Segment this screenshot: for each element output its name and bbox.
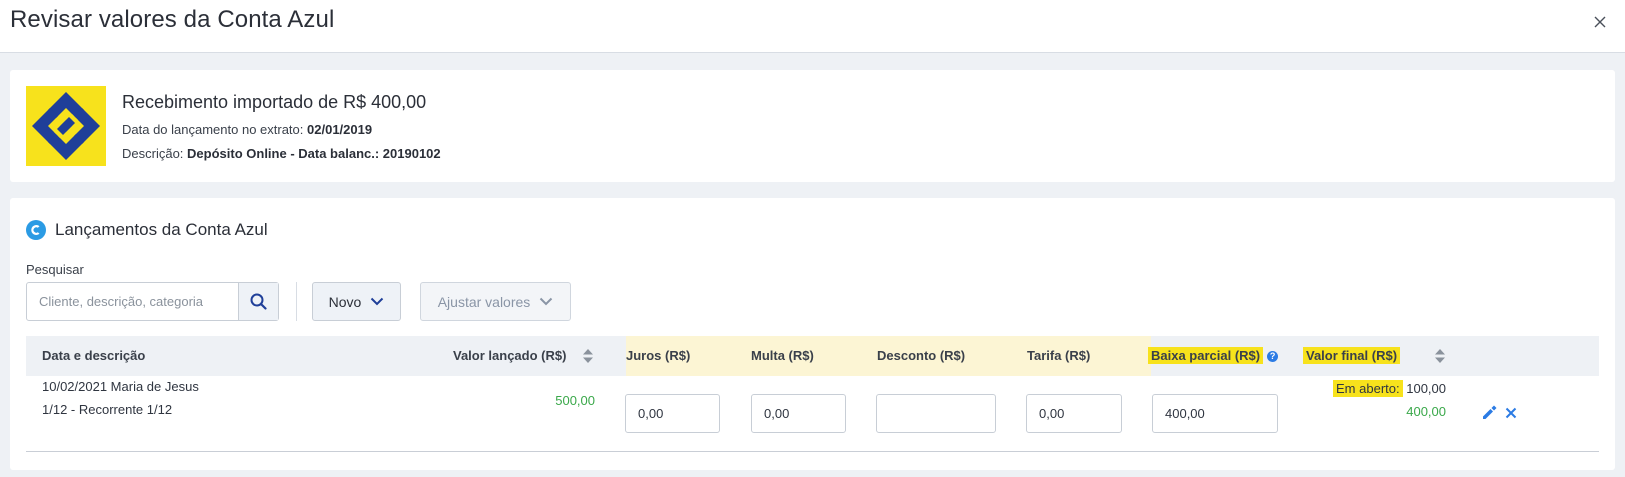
- em-aberto-label: Em aberto:: [1333, 380, 1403, 397]
- header-valor-final[interactable]: Valor final (R$): [1303, 347, 1401, 364]
- ajustar-valores-label: Ajustar valores: [437, 293, 531, 310]
- pencil-icon: [1483, 405, 1497, 419]
- import-title: Recebimento importado de R$ 400,00: [122, 92, 427, 112]
- search-label: Pesquisar: [26, 262, 84, 277]
- baixa-parcial-input[interactable]: [1152, 394, 1278, 433]
- close-button[interactable]: [1588, 10, 1612, 34]
- sort-icon[interactable]: [1435, 349, 1445, 363]
- remove-icon: [1505, 407, 1517, 419]
- row-em-aberto: Em aberto: 100,00: [1333, 380, 1446, 397]
- table-header: Data e descrição Valor lançado (R$) Juro…: [26, 336, 1599, 376]
- search-box: [26, 282, 279, 321]
- row-date-name: 10/02/2021 Maria de Jesus: [42, 379, 199, 394]
- import-desc-label: Descrição:: [122, 146, 184, 161]
- info-icon[interactable]: ?: [1267, 351, 1279, 362]
- row-valor-lancado: 500,00: [555, 393, 595, 408]
- remove-button[interactable]: [1502, 404, 1520, 422]
- import-date-label: Data do lançamento no extrato:: [122, 122, 304, 137]
- import-description: Descrição: Depósito Online - Data balanc…: [122, 146, 441, 161]
- import-desc-value: Depósito Online - Data balanc.: 20190102: [187, 146, 441, 161]
- search-button[interactable]: [238, 283, 278, 320]
- header-desconto: Desconto (R$): [877, 348, 966, 363]
- toolbar-divider: [296, 282, 297, 321]
- header-tarifa: Tarifa (R$): [1027, 348, 1091, 363]
- search-input[interactable]: [27, 283, 238, 320]
- conta-azul-logo-icon: [26, 220, 46, 240]
- row-recurrence: 1/12 - Recorrente 1/12: [42, 402, 173, 417]
- section-title: Lançamentos da Conta Azul: [55, 220, 268, 239]
- tarifa-input[interactable]: [1026, 394, 1122, 433]
- edit-button[interactable]: [1480, 404, 1498, 422]
- row-valor-final: 400,00: [1406, 404, 1446, 419]
- modal-title: Revisar valores da Conta Azul: [10, 6, 335, 33]
- modal-header: Revisar valores da Conta Azul: [0, 0, 1625, 53]
- novo-button-label: Novo: [328, 293, 362, 310]
- em-aberto-value: 100,00: [1406, 381, 1446, 396]
- import-card: Recebimento importado de R$ 400,00 Data …: [10, 70, 1615, 182]
- juros-input[interactable]: [625, 394, 720, 433]
- header-valor-lancado[interactable]: Valor lançado (R$): [453, 348, 566, 363]
- close-icon: [1594, 16, 1606, 28]
- sort-icon[interactable]: [583, 349, 593, 363]
- multa-input[interactable]: [751, 394, 846, 433]
- header-valor-final-label: Valor final (R$): [1303, 347, 1401, 364]
- header-baixa-parcial: Baixa parcial (R$)?: [1148, 347, 1279, 364]
- row-divider: [26, 451, 1599, 452]
- entries-card: Lançamentos da Conta Azul Pesquisar Novo…: [10, 198, 1615, 470]
- header-data-descricao: Data e descrição: [42, 348, 146, 363]
- search-icon: [250, 293, 267, 310]
- ajustar-valores-button[interactable]: Ajustar valores: [420, 282, 571, 321]
- desconto-input[interactable]: [876, 394, 996, 433]
- import-date: Data do lançamento no extrato: 02/01/201…: [122, 122, 372, 137]
- header-juros: Juros (R$): [626, 348, 691, 363]
- bank-logo: [26, 86, 106, 166]
- header-baixa-parcial-label: Baixa parcial (R$): [1148, 347, 1264, 364]
- section-header: Lançamentos da Conta Azul: [26, 220, 268, 240]
- chevron-down-icon: [371, 297, 384, 306]
- import-date-value: 02/01/2019: [307, 122, 373, 137]
- header-multa: Multa (R$): [751, 348, 814, 363]
- chevron-down-icon: [540, 297, 553, 306]
- novo-button[interactable]: Novo: [312, 282, 401, 321]
